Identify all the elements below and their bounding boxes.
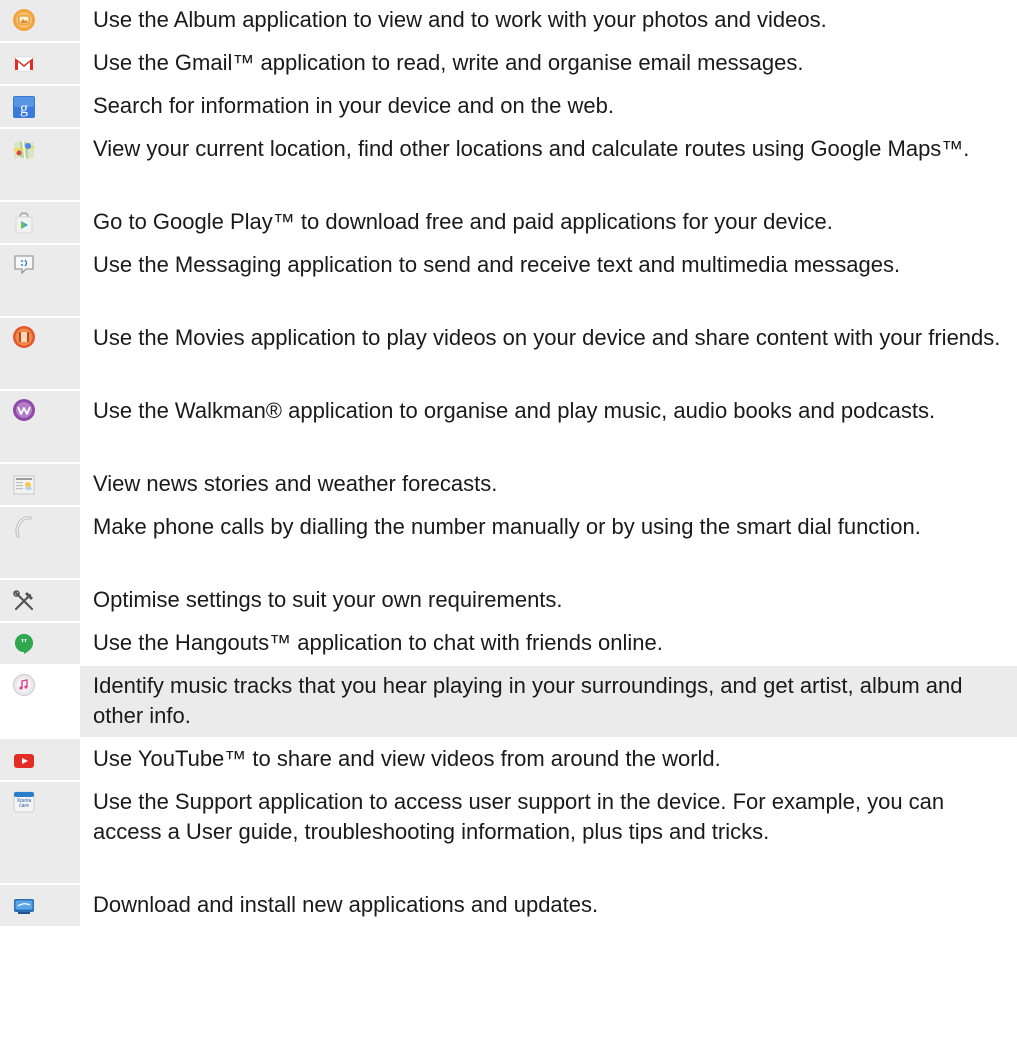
news-weather-icon [13, 475, 35, 495]
table-row: Use YouTube™ to share and view videos fr… [0, 739, 1017, 782]
maps-icon [13, 140, 35, 160]
icon-cell [0, 318, 80, 389]
icon-cell [0, 464, 80, 505]
row-text: Search for information in your device an… [93, 93, 614, 118]
icon-cell: " [0, 623, 80, 664]
icon-cell [0, 885, 80, 926]
hangouts-icon: " [15, 634, 33, 654]
icon-cell [0, 0, 80, 41]
messaging-icon [14, 255, 34, 275]
icon-cell [0, 739, 80, 780]
row-text: Optimise settings to suit your own requi… [93, 587, 563, 612]
settings-tools-icon [13, 590, 34, 611]
row-text: Go to Google Play™ to download free and … [93, 209, 833, 234]
row-text: View your current location, find other l… [93, 136, 970, 161]
row-text: Use the Walkman® application to organise… [93, 398, 936, 423]
table-row: Use the Movies application to play video… [0, 318, 1017, 391]
row-text: Use the Album application to view and to… [93, 7, 827, 32]
icon-cell [0, 245, 80, 316]
row-text: Make phone calls by dialling the number … [93, 514, 921, 539]
row-text: View news stories and weather forecasts. [93, 471, 498, 496]
table-row: Go to Google Play™ to download free and … [0, 202, 1017, 245]
icon-cell [0, 43, 80, 84]
icon-cell [0, 202, 80, 243]
trackid-icon [13, 674, 35, 696]
icon-cell: Xperia care [0, 782, 80, 883]
table-row: Use the Album application to view and to… [0, 0, 1017, 43]
row-text: Use YouTube™ to share and view videos fr… [93, 746, 721, 771]
gmail-icon [13, 56, 35, 72]
row-text: Use the Support application to access us… [93, 789, 945, 844]
album-icon [13, 9, 35, 31]
app-description-table: Use the Album application to view and to… [0, 0, 1017, 928]
svg-text:": " [20, 637, 28, 652]
table-row: Download and install new applications an… [0, 885, 1017, 928]
row-text: Download and install new applications an… [93, 892, 599, 917]
table-row: Use the Walkman® application to organise… [0, 391, 1017, 464]
row-text: Identify music tracks that you hear play… [80, 666, 1017, 737]
icon-cell [0, 666, 80, 737]
walkman-icon [13, 399, 35, 421]
update-center-icon [14, 899, 34, 914]
table-row: Use the Gmail™ application to read, writ… [0, 43, 1017, 86]
support-icon-label: Xperia care [16, 798, 32, 809]
row-text: Use the Movies application to play video… [93, 325, 1001, 350]
table-row: " Use the Hangouts™ application to chat … [0, 623, 1017, 666]
youtube-icon [14, 754, 34, 768]
icon-cell: g [0, 86, 80, 127]
icon-cell [0, 129, 80, 200]
svg-text:g: g [20, 100, 28, 117]
phone-icon [15, 516, 32, 538]
movies-icon [13, 326, 35, 348]
table-row: View news stories and weather forecasts. [0, 464, 1017, 507]
table-row: Make phone calls by dialling the number … [0, 507, 1017, 580]
icon-cell [0, 391, 80, 462]
google-search-icon: g [13, 96, 35, 118]
play-store-icon [15, 212, 33, 234]
table-row: Optimise settings to suit your own requi… [0, 580, 1017, 623]
row-text: Use the Hangouts™ application to chat wi… [93, 630, 663, 655]
table-row: Identify music tracks that you hear play… [0, 666, 1017, 739]
row-text: Use the Messaging application to send an… [93, 252, 901, 277]
table-row: Use the Messaging application to send an… [0, 245, 1017, 318]
table-row: View your current location, find other l… [0, 129, 1017, 202]
icon-cell [0, 507, 80, 578]
icon-cell [0, 580, 80, 621]
table-row: g Search for information in your device … [0, 86, 1017, 129]
support-icon: Xperia care [12, 790, 36, 814]
row-text: Use the Gmail™ application to read, writ… [93, 50, 804, 75]
table-row: Xperia care Use the Support application … [0, 782, 1017, 885]
